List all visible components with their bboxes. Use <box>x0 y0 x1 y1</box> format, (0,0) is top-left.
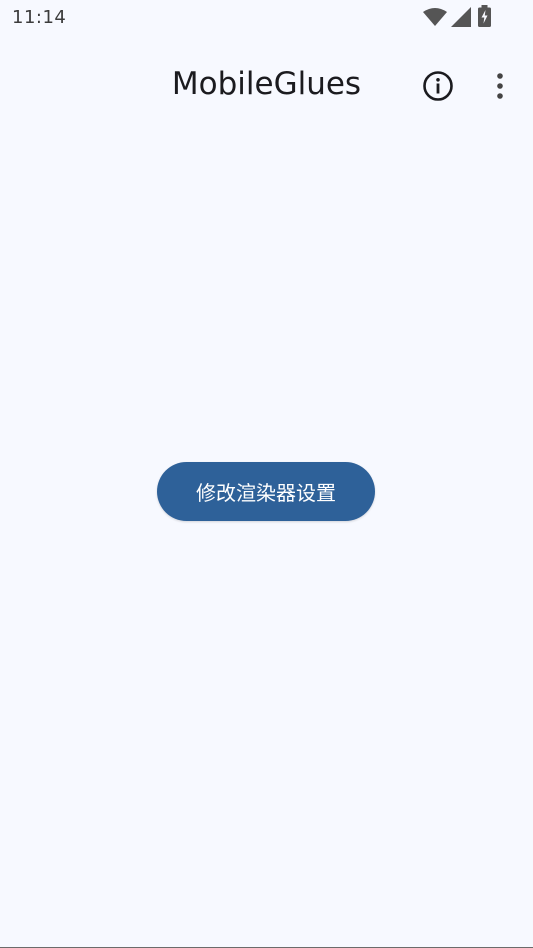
status-bar: 11:14 <box>0 0 533 36</box>
status-icons <box>413 0 533 36</box>
modify-renderer-settings-label: 修改渲染器设置 <box>196 481 336 505</box>
battery-charging-icon <box>478 5 491 27</box>
info-icon <box>423 71 453 101</box>
more-options-button[interactable] <box>476 62 524 110</box>
info-button[interactable] <box>414 62 462 110</box>
modify-renderer-settings-button[interactable]: 修改渲染器设置 <box>157 462 375 521</box>
more-vert-icon <box>497 73 503 99</box>
cell-signal-icon <box>451 7 471 27</box>
top-app-bar: MobileGlues <box>0 54 533 118</box>
wifi-icon <box>423 8 447 26</box>
status-time: 11:14 <box>12 7 67 28</box>
